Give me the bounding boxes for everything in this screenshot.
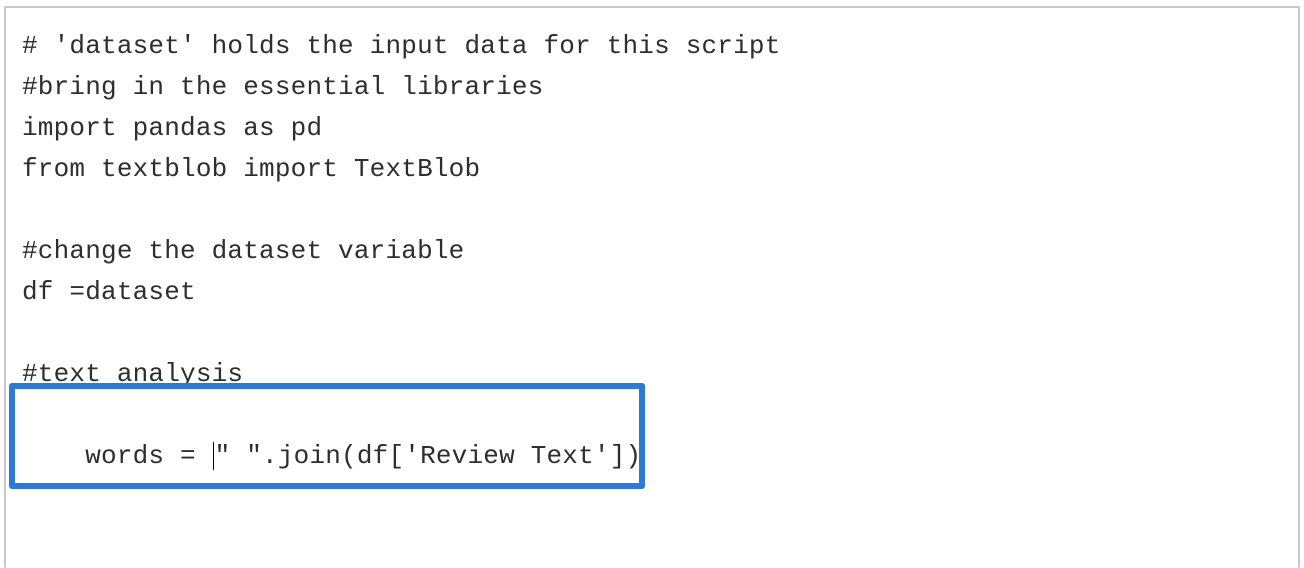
code-line[interactable]: df =dataset (22, 272, 1282, 313)
code-line[interactable]: #bring in the essential libraries (22, 67, 1282, 108)
code-text-segment: words = (85, 441, 211, 471)
text-cursor (213, 442, 214, 470)
code-line-cursor[interactable]: words = " ".join(df['Review Text']) (22, 395, 1282, 436)
code-line[interactable]: import pandas as pd (22, 108, 1282, 149)
code-line[interactable]: from textblob import TextBlob (22, 149, 1282, 190)
code-text-segment: " ".join(df['Review Text']) (215, 441, 642, 471)
code-line[interactable]: # 'dataset' holds the input data for thi… (22, 26, 1282, 67)
script-editor[interactable]: # 'dataset' holds the input data for thi… (4, 6, 1300, 568)
code-line[interactable]: #text analysis (22, 354, 1282, 395)
code-line[interactable] (22, 313, 1282, 354)
code-line[interactable]: #change the dataset variable (22, 231, 1282, 272)
code-line[interactable] (22, 190, 1282, 231)
